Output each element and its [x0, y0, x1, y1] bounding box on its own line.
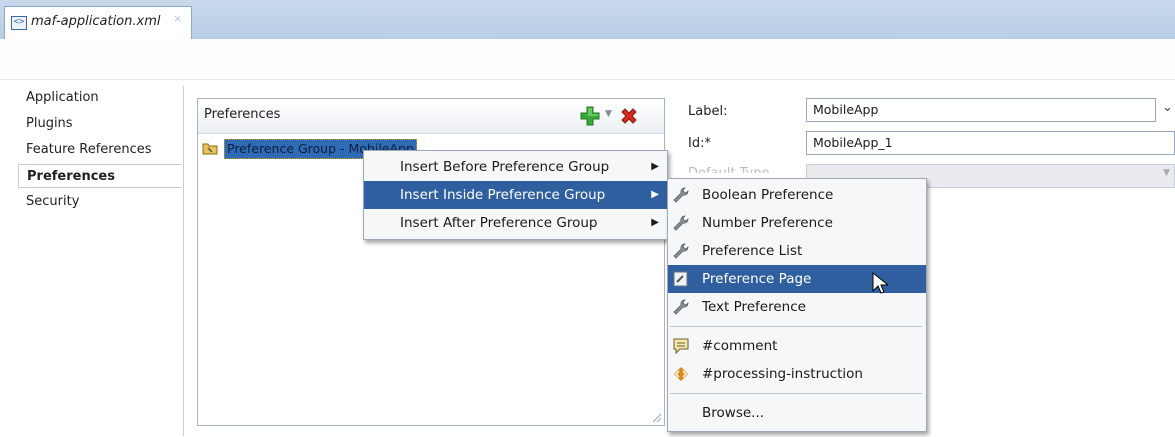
menu-item-label: #processing-instruction [702, 366, 863, 382]
preferences-panel-header: Preferences ▼ [198, 99, 664, 134]
processing-instruction-icon [674, 367, 688, 381]
submenu-arrow-icon: ▶ [651, 217, 659, 228]
menu-item-label: Insert Before Preference Group [400, 159, 610, 175]
wrench-icon [673, 187, 689, 203]
submenu-arrow-icon: ▶ [651, 161, 659, 172]
overview-nav: Application Plugins Feature References P… [18, 86, 184, 426]
label-dropdown-icon[interactable]: ⌄ [1162, 100, 1173, 115]
menu-item-text-preference[interactable]: Text Preference [668, 293, 926, 321]
menu-item-insert-before[interactable]: Insert Before Preference Group ▶ [364, 153, 667, 181]
nav-item-preferences[interactable]: Preferences [18, 164, 182, 188]
submenu-arrow-icon: ▶ [651, 189, 659, 200]
nav-item-feature-references[interactable]: Feature References [18, 138, 182, 162]
comment-icon [673, 338, 689, 355]
menu-item-label: Insert After Preference Group [400, 215, 598, 231]
editor-tab-label: maf-application.xml [31, 14, 161, 29]
menu-item-preference-list[interactable]: Preference List [668, 237, 926, 265]
wrench-icon [673, 299, 689, 315]
menu-item-number-preference[interactable]: Number Preference [668, 209, 926, 237]
menu-separator [670, 326, 922, 327]
nav-item-application[interactable]: Application [18, 86, 182, 110]
preference-group-icon [202, 143, 218, 155]
editor-header-strip [0, 39, 1175, 80]
menu-item-label: Boolean Preference [702, 187, 834, 203]
wrench-icon [673, 243, 689, 259]
add-icon[interactable] [579, 105, 601, 127]
add-dropdown-icon[interactable]: ▼ [605, 109, 612, 119]
menu-item-browse[interactable]: Browse... [668, 399, 926, 427]
nav-item-security[interactable]: Security [18, 190, 182, 214]
delete-icon[interactable] [618, 105, 640, 127]
menu-separator [670, 393, 922, 394]
id-input[interactable]: MobileApp_1 [806, 131, 1175, 155]
mouse-cursor-icon [872, 272, 888, 294]
menu-item-label: Text Preference [702, 299, 806, 315]
menu-item-insert-inside[interactable]: Insert Inside Preference Group ▶ [364, 181, 667, 209]
menu-item-boolean-preference[interactable]: Boolean Preference [668, 181, 926, 209]
nav-item-plugins[interactable]: Plugins [18, 112, 182, 136]
insert-inside-submenu: Boolean Preference Number Preference Pre… [667, 178, 927, 432]
label-input[interactable]: MobileApp [806, 98, 1156, 122]
close-tab-icon[interactable]: × [173, 12, 182, 25]
context-menu: Insert Before Preference Group ▶ Insert … [363, 150, 668, 240]
menu-item-processing-instruction[interactable]: #processing-instruction [668, 360, 926, 388]
nav-divider [183, 86, 184, 436]
menu-item-comment[interactable]: #comment [668, 332, 926, 360]
menu-item-label: Insert Inside Preference Group [400, 187, 606, 203]
label-field-label: Label: [688, 104, 728, 119]
type-dropdown-icon[interactable]: ▼ [1163, 168, 1170, 178]
menu-item-label: Preference Page [702, 271, 812, 287]
menu-item-label: Browse... [702, 405, 765, 421]
preferences-panel-title: Preferences [204, 107, 281, 122]
editor-tab[interactable]: <> maf-application.xml × [4, 6, 192, 39]
menu-item-insert-after[interactable]: Insert After Preference Group ▶ [364, 209, 667, 237]
id-field-label: Id:* [688, 136, 711, 151]
preference-page-icon [673, 271, 688, 287]
menu-item-label: #comment [702, 338, 778, 354]
resize-grip-icon[interactable] [650, 411, 662, 423]
menu-item-label: Preference List [702, 243, 803, 259]
wrench-icon [673, 215, 689, 231]
menu-item-label: Number Preference [702, 215, 833, 231]
preferences-panel: Preferences ▼ Preference Group - MobileA… [197, 98, 665, 426]
xml-file-icon: <> [11, 16, 27, 30]
